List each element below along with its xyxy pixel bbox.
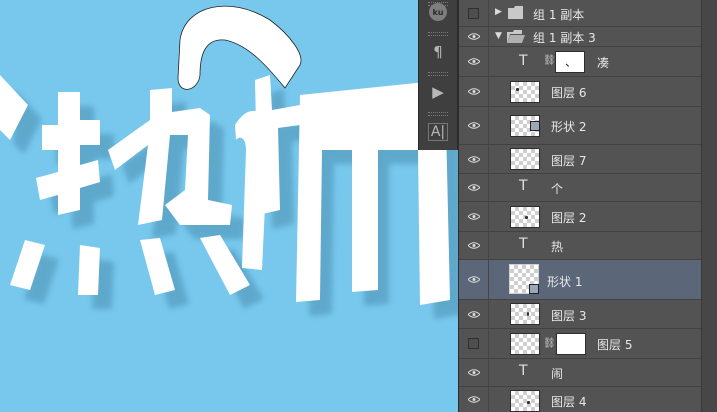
eye-icon: [467, 396, 480, 403]
eye-icon: [467, 122, 480, 129]
visibility-toggle[interactable]: [459, 329, 489, 358]
character-button[interactable]: A|: [425, 120, 451, 144]
eye-icon: [467, 33, 480, 40]
visibility-toggle[interactable]: [459, 202, 489, 231]
visibility-toggle[interactable]: [459, 359, 489, 386]
panel-grip[interactable]: [428, 32, 448, 36]
visibility-toggle[interactable]: [459, 145, 489, 173]
layer-name: 图层 4: [551, 395, 587, 409]
artwork-svg: [0, 5, 460, 319]
layer-thumbnail[interactable]: [510, 333, 540, 355]
document-canvas[interactable]: [0, 0, 460, 412]
text-layer-icon: T: [519, 363, 528, 379]
visibility-toggle[interactable]: [459, 387, 489, 412]
layer-thumbnail[interactable]: [510, 390, 540, 412]
visibility-toggle[interactable]: [459, 300, 489, 328]
actions-button[interactable]: ▶: [425, 80, 451, 104]
text-layer-icon: T: [519, 236, 528, 252]
visibility-toggle[interactable]: [459, 260, 489, 299]
layer-row[interactable]: T 闹: [459, 359, 702, 387]
layer-row[interactable]: ⛓ 图层 5: [459, 329, 702, 359]
layer-row[interactable]: 形状 2: [459, 107, 702, 145]
layer-row[interactable]: 图层 3: [459, 300, 702, 329]
visibility-toggle[interactable]: [459, 47, 489, 76]
layers-panel: ▶ 组 1 副本 ▼ 组 1 副本 3 T ⛓ 、 凑 图层 6 形状 2 图层…: [458, 0, 702, 412]
visibility-toggle[interactable]: [459, 27, 489, 46]
eye-icon: [467, 276, 480, 283]
layer-mask-thumbnail[interactable]: [556, 333, 586, 355]
layer-name: 图层 5: [597, 338, 633, 352]
visibility-toggle[interactable]: [459, 232, 489, 259]
folder-icon: [508, 6, 523, 19]
layer-row[interactable]: 图层 7: [459, 145, 702, 174]
layer-name: 图层 2: [551, 211, 587, 225]
layer-row[interactable]: T 热: [459, 232, 702, 260]
layers-scrollbar[interactable]: [701, 0, 717, 412]
visibility-toggle[interactable]: [459, 77, 489, 106]
layer-thumbnail[interactable]: [510, 81, 540, 103]
panel-grip[interactable]: [428, 72, 448, 76]
text-layer-icon: T: [519, 53, 528, 69]
collapsed-panel-strip: ku ¶ ▶ A|: [418, 0, 458, 150]
character-panel-icon: A|: [427, 123, 449, 141]
layer-name: 图层 7: [551, 154, 587, 168]
layer-name: 组 1 副本: [533, 8, 585, 22]
layer-name: 形状 1: [547, 275, 583, 289]
expand-arrow-icon[interactable]: ▶: [495, 7, 502, 17]
layer-row[interactable]: ▼ 组 1 副本 3: [459, 27, 702, 47]
eye-icon: [467, 242, 480, 249]
paragraph-icon: ¶: [433, 43, 443, 61]
layer-row[interactable]: 图层 2: [459, 202, 702, 232]
layer-row[interactable]: 图层 4: [459, 387, 702, 412]
panel-grip[interactable]: [428, 112, 448, 116]
ku-plugin-icon: ku: [429, 3, 447, 21]
eye-icon: [467, 369, 480, 376]
visibility-toggle[interactable]: [459, 107, 489, 144]
layer-row[interactable]: T 个: [459, 174, 702, 202]
layer-thumbnail[interactable]: [510, 148, 540, 170]
layer-thumbnail[interactable]: [510, 303, 540, 325]
vector-shape-badge-icon: [530, 121, 540, 131]
eye-icon: [467, 58, 480, 65]
layer-name: 形状 2: [551, 120, 587, 134]
link-icon[interactable]: ⛓: [543, 338, 556, 349]
visibility-toggle[interactable]: [459, 0, 489, 26]
eye-icon: [467, 310, 480, 318]
layer-row[interactable]: T ⛓ 、 凑: [459, 47, 702, 77]
layer-name: 图层 6: [551, 86, 587, 100]
layer-name: 图层 3: [551, 309, 587, 323]
vector-shape-badge-icon: [529, 284, 539, 294]
layer-thumbnail[interactable]: [510, 206, 540, 228]
paragraph-button[interactable]: ¶: [425, 40, 451, 64]
eye-icon: [467, 88, 480, 95]
layer-row-selected[interactable]: 形状 1: [459, 260, 702, 300]
eye-icon: [467, 155, 480, 163]
layer-name: 个: [551, 182, 564, 196]
open-folder-icon: [507, 30, 525, 43]
layer-row[interactable]: 图层 6: [459, 77, 702, 107]
hidden-box-icon: [468, 338, 479, 349]
layer-row[interactable]: ▶ 组 1 副本: [459, 0, 702, 27]
ku-plugin-button[interactable]: ku: [425, 0, 451, 24]
layer-name: 热: [551, 240, 564, 254]
layer-name: 组 1 副本 3: [533, 31, 596, 45]
text-layer-icon: T: [519, 178, 528, 194]
eye-icon: [467, 213, 480, 220]
link-icon[interactable]: ⛓: [543, 55, 556, 66]
visibility-toggle[interactable]: [459, 174, 489, 201]
hidden-box-icon: [468, 7, 479, 19]
layer-name: 凑: [597, 56, 610, 70]
collapse-arrow-icon[interactable]: ▼: [495, 31, 502, 41]
eye-icon: [467, 184, 480, 191]
play-actions-icon: ▶: [432, 83, 444, 101]
layer-name: 闹: [551, 367, 564, 381]
mask-mark: 、: [565, 55, 578, 69]
